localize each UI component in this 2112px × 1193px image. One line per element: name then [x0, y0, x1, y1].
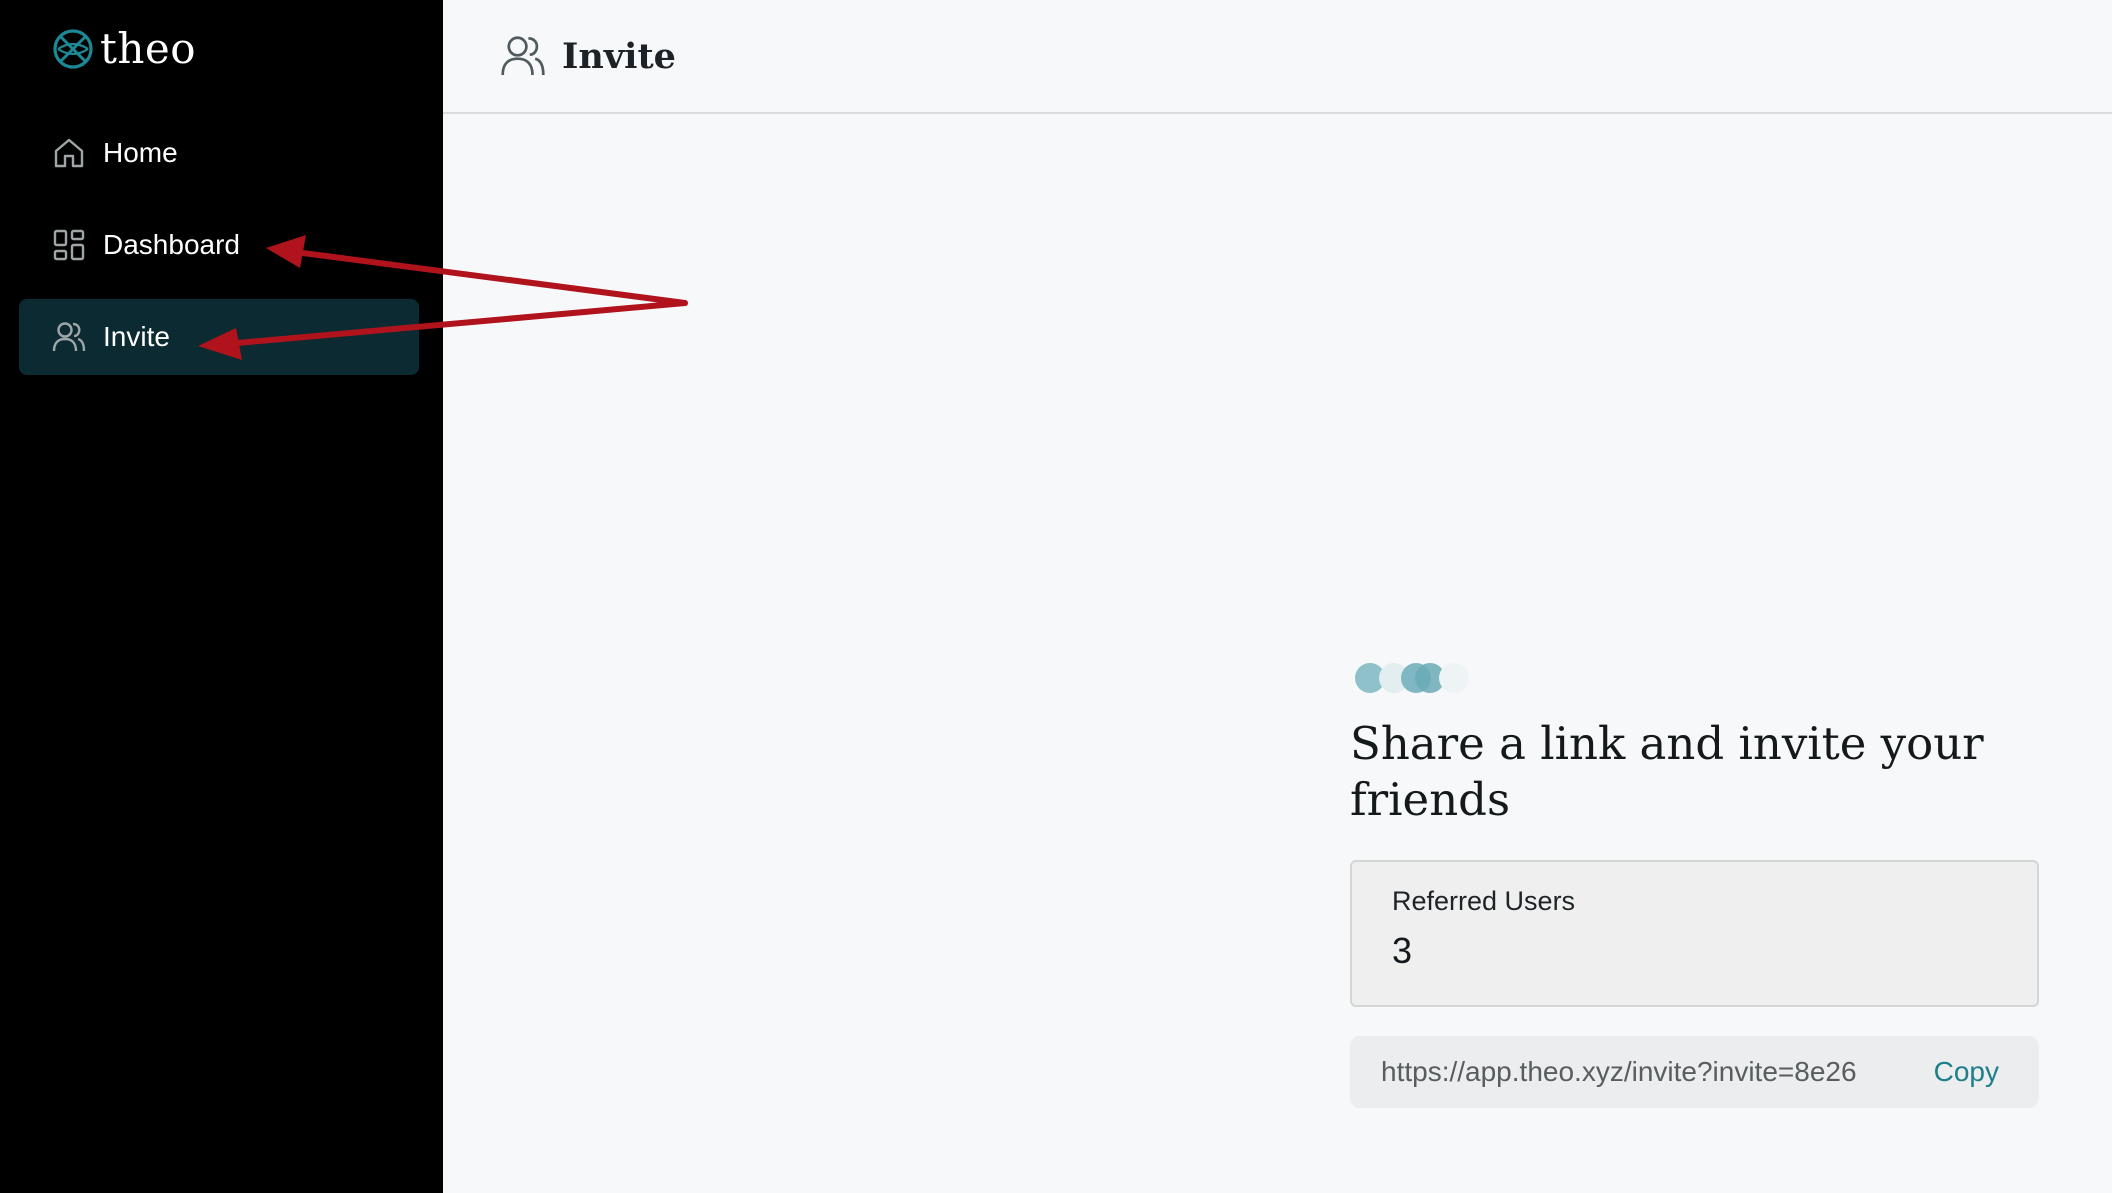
sidebar-item-label: Invite — [103, 321, 170, 352]
page-header: Invite — [443, 0, 2112, 114]
invite-panel: Share a link and invite your friends Ref… — [1350, 658, 2040, 1108]
sidebar-item-label: Home — [103, 137, 178, 168]
users-icon — [501, 36, 545, 76]
brand[interactable]: theo — [52, 22, 196, 76]
invite-link[interactable]: https://app.theo.xyz/invite?invite=8e26 — [1381, 1058, 1857, 1086]
referred-users-label: Referred Users — [1392, 886, 1576, 916]
invite-link-box: https://app.theo.xyz/invite?invite=8e26 … — [1350, 1036, 2039, 1108]
home-icon — [54, 138, 84, 168]
sidebar-item-invite[interactable]: Invite — [19, 299, 419, 375]
sidebar-item-dashboard[interactable]: Dashboard — [19, 207, 419, 283]
sidebar-item-home[interactable]: Home — [19, 115, 419, 191]
referred-users-count: 3 — [1392, 930, 1413, 971]
sidebar: theo Home Dashboard Invite — [0, 0, 443, 1193]
users-icon — [52, 322, 86, 352]
sidebar-item-label: Dashboard — [103, 229, 240, 260]
copy-button[interactable]: Copy — [1934, 1058, 1999, 1086]
globe-logo-icon — [53, 29, 93, 69]
app-window: theo Home Dashboard Invite Invite Share … — [0, 0, 2112, 1193]
brand-name: theo — [100, 24, 197, 73]
grid-icon — [53, 229, 85, 261]
people-dots-icon — [1355, 663, 1469, 693]
page-title: Invite — [562, 35, 676, 77]
invite-headline: Share a link and invite your friends — [1350, 717, 1984, 826]
referred-users-card: Referred Users 3 — [1350, 860, 2039, 1007]
